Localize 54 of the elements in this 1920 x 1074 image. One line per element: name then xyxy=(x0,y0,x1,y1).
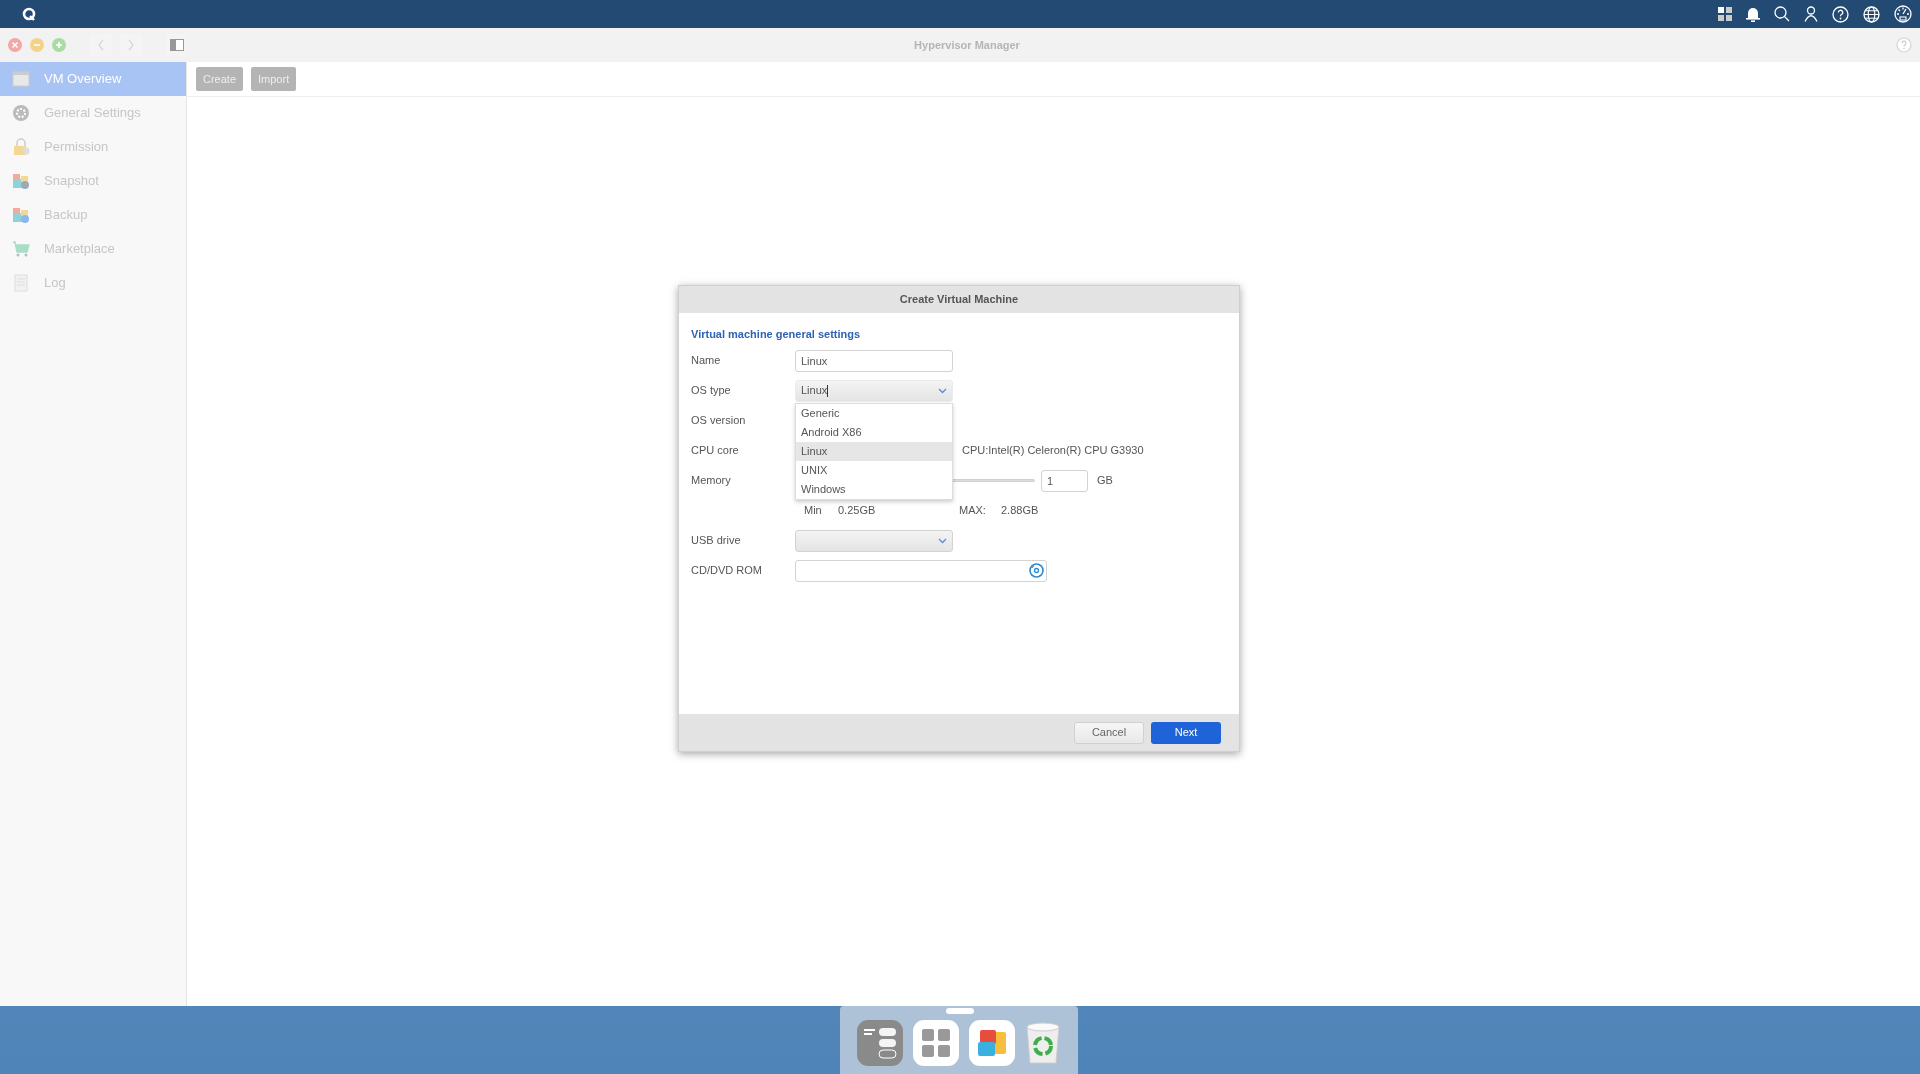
windows-app-icon[interactable] xyxy=(969,1020,1015,1066)
max-value: 2.88GB xyxy=(1001,503,1039,519)
field-label: Memory xyxy=(691,473,732,489)
maximize-icon[interactable] xyxy=(52,38,66,52)
user-icon[interactable] xyxy=(1804,6,1818,22)
min-value: 0.25GB xyxy=(838,503,877,519)
disc-icon[interactable] xyxy=(1029,563,1044,578)
section-heading: Virtual machine general settings xyxy=(691,327,862,342)
field-label: USB drive xyxy=(691,533,742,549)
dropdown-option[interactable]: Windows xyxy=(796,479,952,499)
trash-icon[interactable] xyxy=(1025,1021,1061,1065)
folders-icon xyxy=(12,172,30,190)
file-path-field[interactable] xyxy=(795,559,1047,582)
bell-icon[interactable] xyxy=(1746,6,1760,22)
close-icon[interactable] xyxy=(8,38,22,52)
memory-field[interactable]: 1 xyxy=(1041,469,1088,492)
grid-app-icon[interactable] xyxy=(913,1020,959,1066)
logo-icon[interactable] xyxy=(22,7,36,21)
chevron-down-icon xyxy=(938,537,947,544)
chevron-left-icon xyxy=(97,39,105,51)
chevron-right-icon xyxy=(127,39,135,51)
dropdown-option[interactable]: UNIX xyxy=(796,460,952,480)
field-label: CPU core xyxy=(691,443,740,459)
field-label: CD/DVD ROM xyxy=(691,563,763,579)
toggles-app-icon[interactable] xyxy=(857,1020,903,1066)
panel-icon xyxy=(170,39,184,51)
field-label: OS version xyxy=(691,413,747,429)
field-label: Name xyxy=(691,353,722,369)
unit-label: GB xyxy=(1097,473,1113,489)
dropdown-option[interactable]: Android X86 xyxy=(796,422,952,442)
globe-icon[interactable] xyxy=(1863,5,1880,23)
lock-icon xyxy=(12,138,30,156)
cancel-button[interactable]: Cancel xyxy=(1074,721,1144,744)
dialog-title: Create Virtual Machine xyxy=(679,286,1239,313)
dropdown-field[interactable]: Linux xyxy=(795,379,953,402)
min-label: Min xyxy=(804,503,823,519)
text-field[interactable]: Linux xyxy=(795,349,953,372)
dropdown-field[interactable] xyxy=(795,529,953,552)
cpu-info: CPU:Intel(R) Celeron(R) CPU G3930 xyxy=(962,443,1144,459)
field-label: OS type xyxy=(691,383,732,399)
window-title: Hypervisor Manager xyxy=(913,37,1021,53)
search-icon[interactable] xyxy=(1774,6,1790,22)
dock-handle[interactable] xyxy=(946,1008,974,1014)
folders-icon xyxy=(12,206,30,224)
cart-icon xyxy=(12,240,30,258)
gear-icon xyxy=(12,104,30,122)
dropdown-option[interactable]: Linux xyxy=(796,441,952,461)
gauge-icon[interactable] xyxy=(1894,5,1912,23)
max-label: MAX: xyxy=(959,503,987,519)
chevron-down-icon xyxy=(938,387,947,394)
grid-icon[interactable] xyxy=(1718,7,1732,21)
window-icon xyxy=(12,70,30,88)
next-button[interactable]: Next xyxy=(1151,721,1221,744)
dropdown-option[interactable]: Generic xyxy=(796,403,952,423)
